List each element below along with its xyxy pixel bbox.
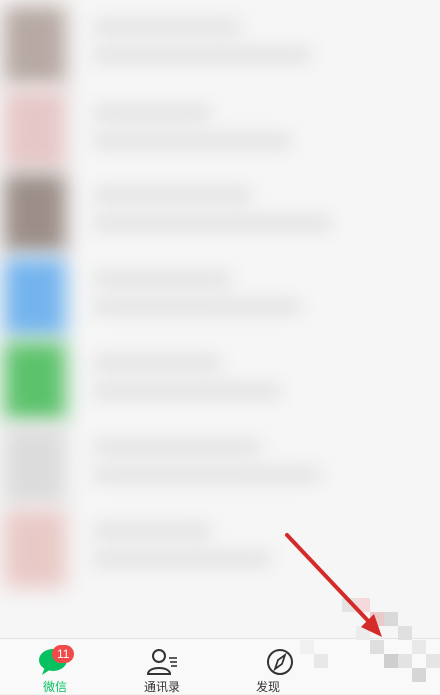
pixelated-overlay <box>300 598 440 693</box>
avatar <box>4 258 66 336</box>
chat-row[interactable] <box>0 504 440 588</box>
compass-icon <box>267 649 293 675</box>
chat-row[interactable] <box>0 0 440 84</box>
contacts-icon <box>146 649 177 675</box>
chat-row[interactable] <box>0 168 440 252</box>
avatar <box>4 90 66 168</box>
tab-contacts[interactable]: 通讯录 <box>107 639 217 694</box>
tab-wechat[interactable]: 11 微信 <box>0 639 110 694</box>
avatar <box>4 426 66 504</box>
chat-row[interactable] <box>0 336 440 420</box>
avatar <box>4 510 66 588</box>
avatar <box>4 174 66 252</box>
chat-list <box>0 0 440 638</box>
avatar <box>4 342 66 420</box>
avatar <box>4 6 66 84</box>
tab-label: 微信 <box>42 680 67 694</box>
tab-label: 通讯录 <box>143 680 180 694</box>
chat-row[interactable] <box>0 420 440 504</box>
chat-row[interactable] <box>0 84 440 168</box>
unread-badge: 11 <box>52 645 75 663</box>
chat-row[interactable] <box>0 252 440 336</box>
